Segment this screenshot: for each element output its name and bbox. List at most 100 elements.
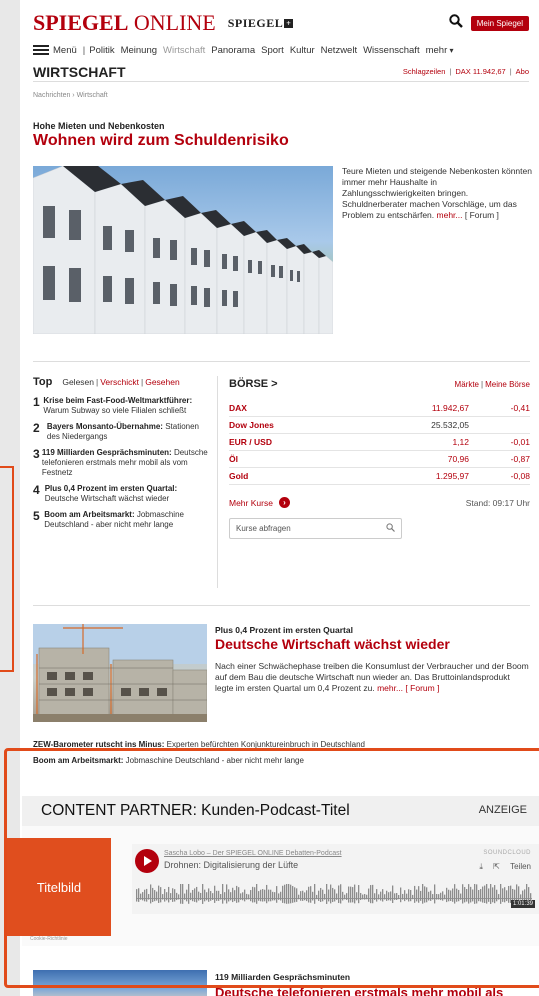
main-nav: Menü | Politik Meinung Wirtschaft Panora… [33,43,529,57]
top-item-text: Warum Subway so viele Filialen schließt [43,406,187,415]
lead-forum-link[interactable]: [ Forum ] [465,210,499,220]
nav-item-netzwelt[interactable]: Netzwelt [321,45,357,56]
schlagzeilen-link[interactable]: Schlagzeilen [403,67,446,76]
top-item[interactable]: 2 Bayers Monsanto-Übernahme: Stationen d… [33,422,213,442]
lead-teaser: Teure Mieten und steigende Nebenkosten k… [342,166,532,221]
nav-item-kultur[interactable]: Kultur [290,45,315,56]
quote-timestamp: Stand: 09:17 Uhr [465,497,530,508]
menu-label[interactable]: Menü [53,45,77,56]
quote-row[interactable]: DAX 11.942,67 -0,41 [229,400,530,417]
top-item-text: Deutsche Wirtschaft wächst wieder [44,494,170,503]
article3-headline[interactable]: Deutsche telefonieren erstmals mehr mobi… [215,985,503,996]
article2-more-link[interactable]: mehr... [377,683,403,693]
breadcrumb[interactable]: Nachrichten › Wirtschaft [33,92,108,99]
nav-item-sport[interactable]: Sport [261,45,284,56]
mehr-kurse-link[interactable]: Mehr Kurse [229,498,273,508]
short-news-item[interactable]: Boom am Arbeitsmarkt: Jobmaschine Deutsc… [33,756,304,765]
top-title: Top [33,376,53,388]
lead-image-houses[interactable] [33,166,333,334]
top-header: Top Gelesen | Verschickt | Gesehen [33,376,180,388]
podcast-author[interactable]: Sascha Lobo – Der SPIEGEL ONLINE Debatte… [164,850,342,857]
short-news-item[interactable]: ZEW-Barometer rutscht ins Minus: Experte… [33,740,533,749]
search-icon[interactable] [386,523,395,534]
article-image-construction[interactable] [33,624,207,722]
quote-row[interactable]: EUR / USD 1,12 -0,01 [229,434,530,451]
lead-kicker[interactable]: Hohe Mieten und Nebenkosten [33,121,165,131]
top-item-kicker: Krise beim Fast-Food-Weltmarktführer: [43,396,193,405]
tab-verschickt[interactable]: Verschickt [100,377,139,387]
article2-teaser-text: Nach einer Schwächephase treiben die Kon… [215,661,529,693]
maerkte-link[interactable]: Märkte [455,380,479,389]
top-rank: 1 [33,395,40,409]
column-divider [217,376,218,588]
top-item[interactable]: 1 Krise beim Fast-Food-Weltmarktführer: … [33,396,213,416]
nav-item-meinung[interactable]: Meinung [121,45,157,56]
boerse-links: Märkte | Meine Börse [454,379,530,389]
abo-link[interactable]: Abo [516,67,529,76]
top-item-kicker: 119 Milliarden Gesprächsminuten: [41,448,172,457]
article2-forum-link[interactable]: [ Forum ] [405,683,439,693]
nav-item-wissenschaft[interactable]: Wissenschaft [363,45,420,56]
top-rank: 5 [33,509,40,523]
top-item[interactable]: 5 Boom am Arbeitsmarkt: Jobmaschine Deut… [33,510,213,530]
section-links: Schlagzeilen | DAX 11.942,67 | Abo [402,67,529,76]
share-button[interactable]: ⇱ Teilen [493,862,531,871]
article2-headline[interactable]: Deutsche Wirtschaft wächst wieder [215,636,450,652]
quote-value: 25.532,05 [431,420,469,430]
lead-more-link[interactable]: mehr... [437,210,463,220]
dax-link[interactable]: DAX 11.942,67 [455,67,505,76]
top-item[interactable]: 4 Plus 0,4 Prozent im ersten Quartal: De… [33,484,213,504]
logo-main: SPIEGEL [33,10,129,35]
short-news-text: Jobmaschine Deutschland - aber nicht meh… [123,756,304,765]
quote-row[interactable]: Öl 70,96 -0,87 [229,451,530,468]
play-icon[interactable] [135,849,159,873]
quote-name: Öl [229,454,238,464]
quote-change: -0,87 [510,454,530,464]
soundcloud-player: Sascha Lobo – Der SPIEGEL ONLINE Debatte… [132,844,539,914]
boerse-footer: Mehr Kurse › Stand: 09:17 Uhr [229,497,530,508]
search-icon[interactable] [449,13,463,33]
boerse-title[interactable]: BÖRSE > [229,378,278,390]
spiegel-plus-logo[interactable]: SPIEGEL + [228,16,294,31]
article3-image[interactable] [33,970,207,996]
nav-item-panorama[interactable]: Panorama [211,45,255,56]
cookie-policy-link[interactable]: Cookie-Richtlinie [30,936,68,942]
download-icon[interactable]: ⤓ [479,862,483,871]
quote-row[interactable]: Gold 1.295,97 -0,08 [229,468,530,485]
logo-secondary: SPIEGEL [227,15,284,30]
top-item[interactable]: 3 119 Milliarden Gesprächsminuten: Deuts… [33,448,213,478]
quote-name: Gold [229,471,249,481]
tab-gelesen[interactable]: Gelesen [62,377,94,387]
quote-name: Dow Jones [229,420,274,430]
tab-gesehen[interactable]: Gesehen [145,377,180,387]
article2-kicker[interactable]: Plus 0,4 Prozent im ersten Quartal [215,625,353,635]
mein-spiegel-button[interactable]: Mein Spiegel [470,15,529,31]
quote-value: 1.295,97 [435,471,469,481]
quote-value: 1,12 [452,437,469,447]
boerse-widget: BÖRSE > Märkte | Meine Börse DAX 11.942,67… [229,378,530,539]
waveform[interactable] [136,884,532,912]
meine-boerse-link[interactable]: Meine Börse [485,380,530,389]
soundcloud-logo[interactable]: SOUNDCLOUD [483,850,531,856]
quote-value: 11.942,67 [431,403,469,413]
top-item-kicker: Plus 0,4 Prozent im ersten Quartal: [44,484,178,493]
nav-item-politik[interactable]: Politik [89,45,114,56]
top-rank: 2 [33,421,40,435]
lead-headline[interactable]: Wohnen wird zum Schuldenrisiko [33,132,289,150]
content-partner-title[interactable]: CONTENT PARTNER: Kunden-Podcast-Titel [41,802,350,820]
kurse-search-input[interactable]: Kurse abfragen [229,518,402,539]
top-articles: Top Gelesen | Verschickt | Gesehen 1 Kri… [33,376,213,536]
divider [33,361,530,362]
nav-item-wirtschaft[interactable]: Wirtschaft [163,45,205,56]
quote-name: DAX [229,403,247,413]
podcast-episode-title[interactable]: Drohnen: Digitalisierung der Lüfte [164,860,298,870]
share-label: Teilen [510,862,531,871]
hamburger-icon[interactable] [33,45,49,55]
spiegel-online-logo[interactable]: SPIEGEL ONLINE [33,10,216,36]
top-item-kicker: Boom am Arbeitsmarkt: [44,510,135,519]
article3-kicker[interactable]: 119 Milliarden Gesprächsminuten [215,972,350,982]
quote-row[interactable]: Dow Jones 25.532,05 [229,417,530,434]
divider [33,605,530,606]
chevron-right-icon[interactable]: › [278,497,290,508]
nav-more[interactable]: mehr [426,45,454,56]
